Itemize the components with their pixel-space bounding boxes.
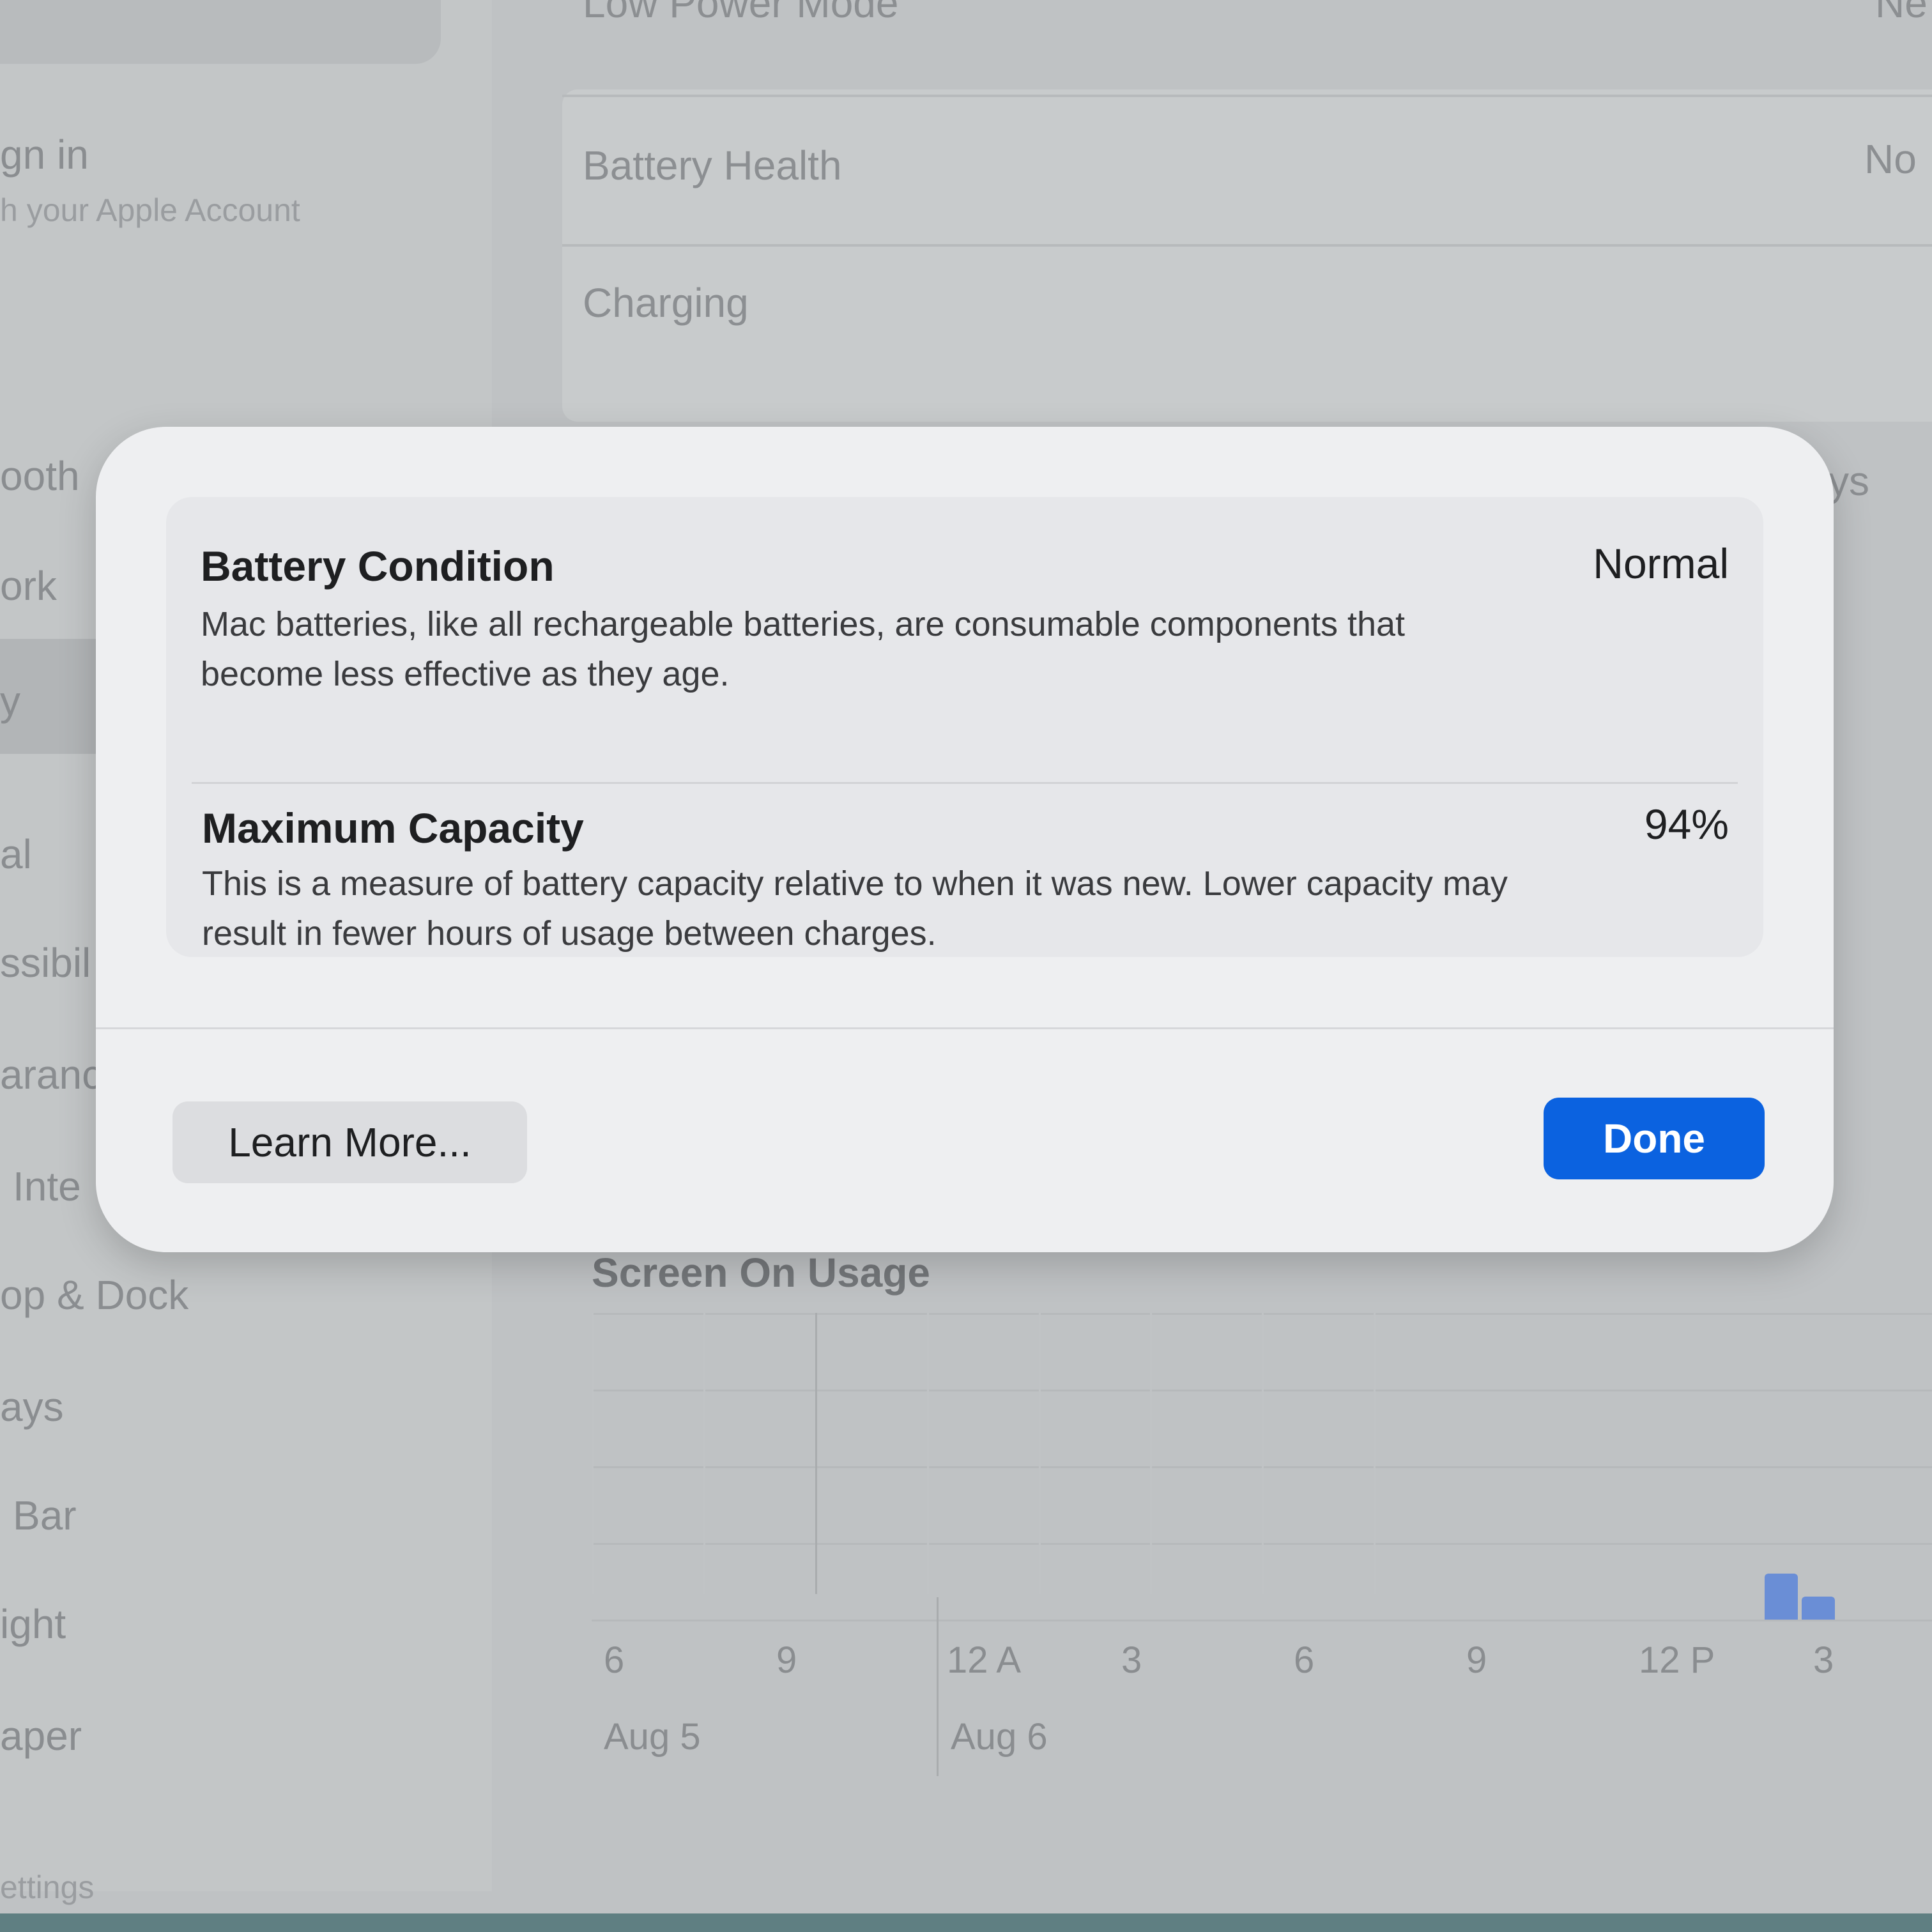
- chart-tick-label: 3: [1813, 1639, 1834, 1681]
- chart-bar: [1802, 1597, 1836, 1620]
- sidebar-item-displays[interactable]: ays: [0, 1383, 64, 1430]
- maximum-capacity-value: 94%: [1644, 801, 1729, 848]
- chart-gridline-vertical: [1262, 1313, 1264, 1594]
- sidebar-item-spotlight[interactable]: ight: [0, 1600, 66, 1648]
- chart-tick-label: 6: [1294, 1639, 1315, 1681]
- sidebar-item-bluetooth[interactable]: ooth: [0, 452, 80, 500]
- chart-gridline-vertical: [815, 1313, 817, 1594]
- chart-baseline: [592, 1620, 1932, 1621]
- low-power-mode-label: Low Power Mode: [583, 0, 899, 26]
- chart-gridline-vertical: [703, 1313, 705, 1594]
- chart-gridline-vertical: [1038, 1313, 1041, 1594]
- chart-day-label: Aug 6: [951, 1716, 1048, 1758]
- sidebar-item-network[interactable]: ork: [0, 562, 57, 610]
- sidebar-search-area[interactable]: [0, 0, 441, 64]
- chart-gridline-vertical: [592, 1313, 594, 1594]
- sidebar-item-accessibility[interactable]: ssibil: [0, 939, 91, 986]
- charging-label: Charging: [583, 280, 749, 326]
- battery-condition-description: Mac batteries, like all rechargeable bat…: [201, 605, 1406, 693]
- dialog-divider: [96, 1027, 1834, 1029]
- sidebar-item-wallpaper[interactable]: aper: [0, 1712, 82, 1759]
- sidebar-item-apple-intelligence[interactable]: Inte: [13, 1163, 81, 1210]
- sidebar-item-sign-in[interactable]: gn in: [0, 131, 89, 178]
- sidebar-item-battery[interactable]: y: [0, 677, 20, 724]
- sidebar-item-sign-in-sub: h your Apple Account: [0, 192, 300, 228]
- content-divider: [562, 95, 1932, 97]
- row-divider: [192, 782, 1738, 784]
- chart-tick-label: 3: [1121, 1639, 1142, 1681]
- sidebar-item-appearance[interactable]: aranc: [0, 1051, 102, 1098]
- screen-on-usage-title: Screen On Usage: [592, 1250, 930, 1296]
- screen-on-usage-chart: [592, 1313, 1932, 1621]
- chart-tick-label: 12 A: [947, 1639, 1022, 1681]
- chart-tick-label: 6: [604, 1639, 625, 1681]
- chart-bar: [1764, 1574, 1798, 1620]
- learn-more-button[interactable]: Learn More...: [172, 1101, 527, 1183]
- chart-day-label: Aug 5: [604, 1716, 701, 1758]
- maximum-capacity-title: Maximum Capacity: [202, 804, 584, 852]
- chart-tick-label: 9: [776, 1639, 797, 1681]
- battery-health-dialog: Battery Condition Normal Mac batteries, …: [96, 427, 1834, 1252]
- battery-health-label: Battery Health: [583, 142, 842, 188]
- chart-tick-label: 12 P: [1639, 1639, 1715, 1681]
- sidebar-item-desktop-dock[interactable]: op & Dock: [0, 1271, 188, 1319]
- sidebar-item-menu-bar[interactable]: Bar: [13, 1492, 77, 1539]
- maximum-capacity-description: This is a measure of battery capacity re…: [202, 864, 1508, 953]
- day-separator: [937, 1597, 939, 1776]
- done-button[interactable]: Done: [1544, 1098, 1765, 1179]
- chart-tick-label: 9: [1466, 1639, 1487, 1681]
- battery-settings-card: [562, 89, 1932, 422]
- background-segment-label[interactable]: ys: [1828, 457, 1869, 505]
- battery-condition-title: Battery Condition: [201, 542, 555, 590]
- low-power-mode-value[interactable]: Ne: [1875, 0, 1928, 27]
- battery-info-card: Battery Condition Normal Mac batteries, …: [166, 497, 1763, 957]
- sidebar-item-settings[interactable]: ettings: [0, 1869, 94, 1906]
- battery-condition-value: Normal: [1593, 540, 1729, 587]
- sidebar-item-general[interactable]: al: [0, 831, 32, 878]
- chart-gridline-vertical: [1374, 1313, 1376, 1594]
- battery-health-value[interactable]: No: [1864, 135, 1917, 183]
- content-divider: [562, 244, 1932, 247]
- chart-gridline-vertical: [1150, 1313, 1153, 1594]
- desktop-background-strip: [0, 1913, 1932, 1932]
- chart-gridline-vertical: [926, 1313, 929, 1594]
